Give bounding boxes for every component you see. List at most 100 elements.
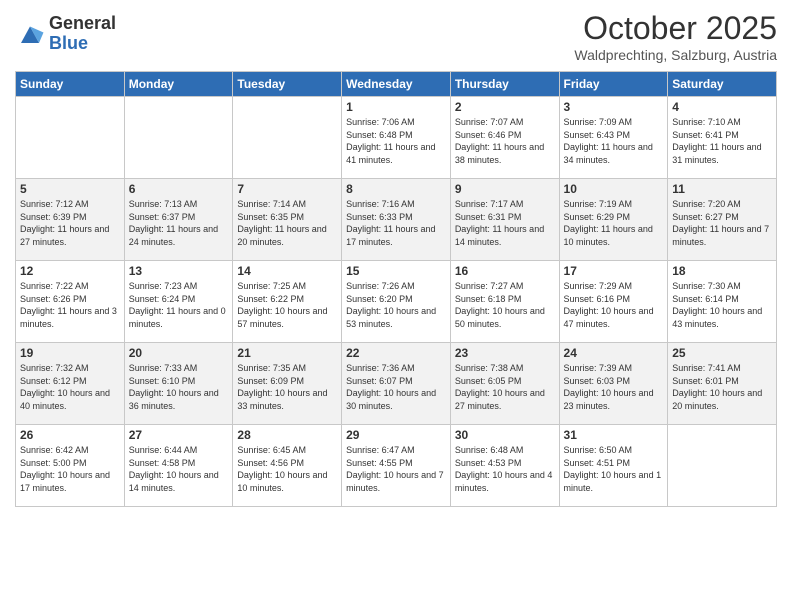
day-number: 26 (20, 428, 120, 442)
day-number: 29 (346, 428, 446, 442)
weekday-sunday: Sunday (16, 72, 125, 97)
day-info: Sunrise: 7:35 AM Sunset: 6:09 PM Dayligh… (237, 362, 337, 412)
weekday-wednesday: Wednesday (342, 72, 451, 97)
day-number: 30 (455, 428, 555, 442)
day-info: Sunrise: 7:16 AM Sunset: 6:33 PM Dayligh… (346, 198, 446, 248)
day-number: 21 (237, 346, 337, 360)
day-number: 11 (672, 182, 772, 196)
day-info: Sunrise: 7:22 AM Sunset: 6:26 PM Dayligh… (20, 280, 120, 330)
day-number: 27 (129, 428, 229, 442)
calendar: SundayMondayTuesdayWednesdayThursdayFrid… (15, 71, 777, 507)
day-number: 12 (20, 264, 120, 278)
day-number: 4 (672, 100, 772, 114)
logo-icon (15, 19, 45, 49)
day-info: Sunrise: 7:25 AM Sunset: 6:22 PM Dayligh… (237, 280, 337, 330)
day-number: 31 (564, 428, 664, 442)
calendar-cell (16, 97, 125, 179)
calendar-cell: 29 Sunrise: 6:47 AM Sunset: 4:55 PM Dayli… (342, 425, 451, 507)
day-number: 14 (237, 264, 337, 278)
day-info: Sunrise: 7:13 AM Sunset: 6:37 PM Dayligh… (129, 198, 229, 248)
calendar-cell: 21 Sunrise: 7:35 AM Sunset: 6:09 PM Dayli… (233, 343, 342, 425)
header: General Blue October 2025 Waldprechting,… (15, 10, 777, 63)
day-number: 6 (129, 182, 229, 196)
day-number: 13 (129, 264, 229, 278)
day-number: 17 (564, 264, 664, 278)
day-info: Sunrise: 7:29 AM Sunset: 6:16 PM Dayligh… (564, 280, 664, 330)
day-info: Sunrise: 7:12 AM Sunset: 6:39 PM Dayligh… (20, 198, 120, 248)
calendar-cell: 17 Sunrise: 7:29 AM Sunset: 6:16 PM Dayli… (559, 261, 668, 343)
week-row-0: 1 Sunrise: 7:06 AM Sunset: 6:48 PM Daylig… (16, 97, 777, 179)
calendar-cell (124, 97, 233, 179)
day-info: Sunrise: 7:27 AM Sunset: 6:18 PM Dayligh… (455, 280, 555, 330)
day-info: Sunrise: 7:19 AM Sunset: 6:29 PM Dayligh… (564, 198, 664, 248)
logo-general: General (49, 14, 116, 34)
calendar-cell: 9Sunrise: 7:17 AM Sunset: 6:31 PM Daylig… (450, 179, 559, 261)
calendar-cell: 13 Sunrise: 7:23 AM Sunset: 6:24 PM Dayli… (124, 261, 233, 343)
day-info: Sunrise: 7:41 AM Sunset: 6:01 PM Dayligh… (672, 362, 772, 412)
day-number: 8 (346, 182, 446, 196)
calendar-cell: 8 Sunrise: 7:16 AM Sunset: 6:33 PM Daylig… (342, 179, 451, 261)
calendar-cell (233, 97, 342, 179)
weekday-tuesday: Tuesday (233, 72, 342, 97)
weekday-monday: Monday (124, 72, 233, 97)
calendar-cell: 11 Sunrise: 7:20 AM Sunset: 6:27 PM Dayli… (668, 179, 777, 261)
day-info: Sunrise: 7:36 AM Sunset: 6:07 PM Dayligh… (346, 362, 446, 412)
day-info: Sunrise: 6:42 AM Sunset: 5:00 PM Dayligh… (20, 444, 120, 494)
calendar-cell: 3 Sunrise: 7:09 AM Sunset: 6:43 PM Daylig… (559, 97, 668, 179)
weekday-thursday: Thursday (450, 72, 559, 97)
title-area: October 2025 Waldprechting, Salzburg, Au… (574, 10, 777, 63)
logo-blue: Blue (49, 34, 116, 54)
day-info: Sunrise: 6:47 AM Sunset: 4:55 PM Dayligh… (346, 444, 446, 494)
calendar-cell: 20 Sunrise: 7:33 AM Sunset: 6:10 PM Dayli… (124, 343, 233, 425)
location: Waldprechting, Salzburg, Austria (574, 47, 777, 63)
calendar-cell: 23 Sunrise: 7:38 AM Sunset: 6:05 PM Dayli… (450, 343, 559, 425)
day-info: Sunrise: 7:26 AM Sunset: 6:20 PM Dayligh… (346, 280, 446, 330)
day-number: 10 (564, 182, 664, 196)
page: General Blue October 2025 Waldprechting,… (0, 0, 792, 612)
calendar-cell: 19Sunrise: 7:32 AM Sunset: 6:12 PM Dayli… (16, 343, 125, 425)
day-info: Sunrise: 7:23 AM Sunset: 6:24 PM Dayligh… (129, 280, 229, 330)
calendar-cell (668, 425, 777, 507)
calendar-cell: 7Sunrise: 7:14 AM Sunset: 6:35 PM Daylig… (233, 179, 342, 261)
calendar-cell: 18 Sunrise: 7:30 AM Sunset: 6:14 PM Dayli… (668, 261, 777, 343)
week-row-2: 12 Sunrise: 7:22 AM Sunset: 6:26 PM Dayli… (16, 261, 777, 343)
calendar-cell: 31Sunrise: 6:50 AM Sunset: 4:51 PM Dayli… (559, 425, 668, 507)
day-info: Sunrise: 7:38 AM Sunset: 6:05 PM Dayligh… (455, 362, 555, 412)
day-info: Sunrise: 7:33 AM Sunset: 6:10 PM Dayligh… (129, 362, 229, 412)
day-number: 24 (564, 346, 664, 360)
week-row-1: 5 Sunrise: 7:12 AM Sunset: 6:39 PM Daylig… (16, 179, 777, 261)
day-info: Sunrise: 6:45 AM Sunset: 4:56 PM Dayligh… (237, 444, 337, 494)
day-info: Sunrise: 7:32 AM Sunset: 6:12 PM Dayligh… (20, 362, 120, 412)
day-number: 5 (20, 182, 120, 196)
calendar-cell: 4 Sunrise: 7:10 AM Sunset: 6:41 PM Daylig… (668, 97, 777, 179)
calendar-cell: 30 Sunrise: 6:48 AM Sunset: 4:53 PM Dayli… (450, 425, 559, 507)
calendar-cell: 6 Sunrise: 7:13 AM Sunset: 6:37 PM Daylig… (124, 179, 233, 261)
day-info: Sunrise: 7:30 AM Sunset: 6:14 PM Dayligh… (672, 280, 772, 330)
calendar-cell: 12 Sunrise: 7:22 AM Sunset: 6:26 PM Dayli… (16, 261, 125, 343)
day-info: Sunrise: 7:39 AM Sunset: 6:03 PM Dayligh… (564, 362, 664, 412)
day-info: Sunrise: 7:07 AM Sunset: 6:46 PM Dayligh… (455, 116, 555, 166)
day-number: 7 (237, 182, 337, 196)
week-row-3: 19Sunrise: 7:32 AM Sunset: 6:12 PM Dayli… (16, 343, 777, 425)
day-info: Sunrise: 7:06 AM Sunset: 6:48 PM Dayligh… (346, 116, 446, 166)
calendar-cell: 16Sunrise: 7:27 AM Sunset: 6:18 PM Dayli… (450, 261, 559, 343)
day-number: 28 (237, 428, 337, 442)
day-info: Sunrise: 7:20 AM Sunset: 6:27 PM Dayligh… (672, 198, 772, 248)
calendar-cell: 25Sunrise: 7:41 AM Sunset: 6:01 PM Dayli… (668, 343, 777, 425)
day-number: 20 (129, 346, 229, 360)
day-number: 23 (455, 346, 555, 360)
day-info: Sunrise: 6:48 AM Sunset: 4:53 PM Dayligh… (455, 444, 555, 494)
calendar-cell: 5 Sunrise: 7:12 AM Sunset: 6:39 PM Daylig… (16, 179, 125, 261)
day-number: 18 (672, 264, 772, 278)
calendar-cell: 1 Sunrise: 7:06 AM Sunset: 6:48 PM Daylig… (342, 97, 451, 179)
calendar-cell: 24 Sunrise: 7:39 AM Sunset: 6:03 PM Dayli… (559, 343, 668, 425)
day-number: 15 (346, 264, 446, 278)
day-number: 1 (346, 100, 446, 114)
day-info: Sunrise: 7:09 AM Sunset: 6:43 PM Dayligh… (564, 116, 664, 166)
day-number: 9 (455, 182, 555, 196)
calendar-cell: 10 Sunrise: 7:19 AM Sunset: 6:29 PM Dayli… (559, 179, 668, 261)
calendar-cell: 22Sunrise: 7:36 AM Sunset: 6:07 PM Dayli… (342, 343, 451, 425)
day-info: Sunrise: 7:10 AM Sunset: 6:41 PM Dayligh… (672, 116, 772, 166)
logo: General Blue (15, 14, 116, 54)
day-number: 3 (564, 100, 664, 114)
